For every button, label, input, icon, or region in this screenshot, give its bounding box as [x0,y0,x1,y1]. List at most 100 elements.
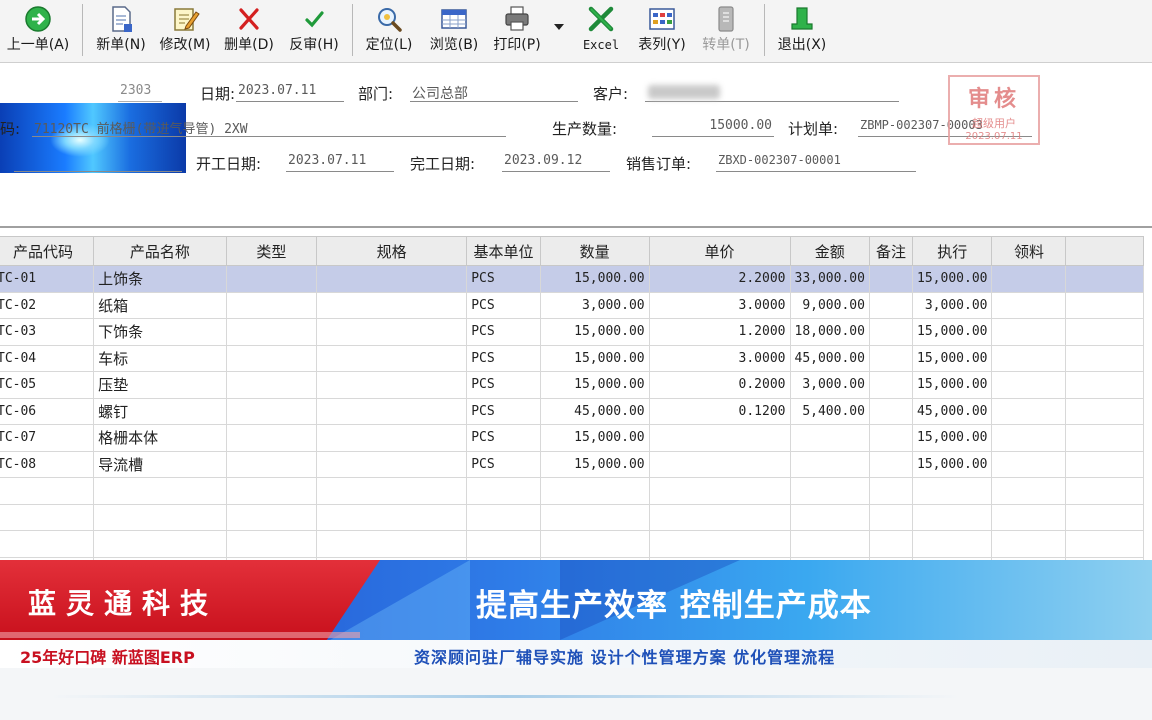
table-cell[interactable] [868,344,914,372]
table-cell[interactable] [1065,424,1144,452]
table-cell[interactable]: TC-04 [0,344,95,372]
table-cell[interactable]: TC-03 [0,318,95,346]
table-cell[interactable]: 2.2000 [648,265,791,293]
table-cell[interactable] [868,503,914,531]
print-dropdown-arrow[interactable] [554,24,564,30]
table-cell[interactable] [1065,344,1144,372]
table-cell[interactable] [1065,503,1144,531]
table-cell[interactable] [225,265,318,293]
table-cell[interactable]: PCS [466,397,541,425]
table-cell[interactable]: 格栅本体 [93,424,227,452]
excel-export-button[interactable]: Excel [574,2,628,58]
table-cell[interactable] [316,371,468,399]
table-cell[interactable] [0,530,95,558]
browse-button[interactable]: 浏览(B) [422,2,486,58]
table-row[interactable]: TC-01 上饰条 PCS 15,000.00 2.2000 33,000.00 15,00… [0,265,1144,293]
column-header[interactable]: 基本单位 [466,236,541,266]
table-cell[interactable] [912,530,993,558]
table-cell[interactable]: PCS [466,450,541,478]
exit-button[interactable]: 退出(X) [770,2,834,58]
table-cell[interactable] [316,530,468,558]
table-cell[interactable] [648,477,791,505]
table-row[interactable]: TC-06 螺钉 PCS 45,000.00 0.1200 5,400.00 45,000.… [0,397,1144,425]
columns-button[interactable]: 表列(Y) [630,2,694,58]
table-cell[interactable] [225,477,318,505]
table-cell[interactable] [912,503,993,531]
table-cell[interactable] [225,503,318,531]
table-cell[interactable]: 15,000.00 [539,371,650,399]
table-cell[interactable] [868,371,914,399]
table-cell[interactable] [316,344,468,372]
table-cell[interactable]: 15,000.00 [539,344,650,372]
table-cell[interactable] [991,477,1067,505]
table-cell[interactable]: TC-06 [0,397,95,425]
table-cell[interactable]: 3,000.00 [789,371,870,399]
table-cell[interactable]: PCS [466,371,541,399]
table-cell[interactable]: 5,400.00 [789,397,870,425]
table-cell[interactable] [991,530,1067,558]
table-cell[interactable]: 15,000.00 [912,450,993,478]
table-cell[interactable] [225,397,318,425]
production-qty-field[interactable]: 15000.00 [652,118,774,137]
table-cell[interactable]: 15,000.00 [912,318,993,346]
table-cell[interactable]: 15,000.00 [912,371,993,399]
locate-button[interactable]: 定位(L) [356,2,422,58]
column-header[interactable]: 单价 [648,236,791,266]
table-cell[interactable]: TC-08 [0,450,95,478]
table-cell[interactable]: 压垫 [93,371,227,399]
table-cell[interactable] [1065,397,1144,425]
table-cell[interactable] [225,530,318,558]
table-cell[interactable] [1065,318,1144,346]
table-cell[interactable]: 15,000.00 [539,265,650,293]
table-cell[interactable] [539,477,650,505]
table-cell[interactable]: 3,000.00 [912,291,993,319]
table-cell[interactable] [93,530,227,558]
table-cell[interactable] [1065,291,1144,319]
table-cell[interactable]: TC-01 [0,265,95,293]
table-cell[interactable] [991,265,1067,293]
table-cell[interactable]: PCS [466,344,541,372]
column-header[interactable]: 产品名称 [93,236,227,266]
unapprove-button[interactable]: 反审(H) [282,2,346,58]
table-row-empty[interactable] [0,477,1144,505]
table-cell[interactable] [466,530,541,558]
table-cell[interactable]: PCS [466,318,541,346]
table-cell[interactable] [1065,530,1144,558]
table-cell[interactable] [316,397,468,425]
table-cell[interactable] [225,424,318,452]
date-field[interactable]: 2023.07.11 [236,83,344,102]
table-cell[interactable] [991,450,1067,478]
sales-order-field[interactable]: ZBXD-002307-00001 [716,153,916,172]
table-cell[interactable]: TC-07 [0,424,95,452]
table-cell[interactable]: 导流槽 [93,450,227,478]
table-cell[interactable] [868,424,914,452]
table-cell[interactable]: 15,000.00 [912,424,993,452]
table-cell[interactable]: 18,000.00 [789,318,870,346]
table-cell[interactable] [991,371,1067,399]
table-cell[interactable] [316,265,468,293]
edit-button[interactable]: 修改(M) [154,2,216,58]
table-cell[interactable]: 0.2000 [648,371,791,399]
table-cell[interactable] [912,477,993,505]
table-cell[interactable]: 15,000.00 [912,265,993,293]
table-cell[interactable] [991,503,1067,531]
column-header[interactable]: 执行 [912,236,993,266]
table-cell[interactable] [225,371,318,399]
table-cell[interactable] [316,450,468,478]
table-cell[interactable] [868,291,914,319]
table-cell[interactable] [225,344,318,372]
table-cell[interactable] [648,503,791,531]
table-cell[interactable] [316,503,468,531]
column-header[interactable]: 产品代码 [0,236,95,266]
table-cell[interactable]: 1.2000 [648,318,791,346]
table-cell[interactable] [868,530,914,558]
column-header[interactable]: 金额 [789,236,870,266]
table-cell[interactable]: 3.0000 [648,291,791,319]
table-row-empty[interactable] [0,503,1144,531]
table-cell[interactable]: 下饰条 [93,318,227,346]
table-cell[interactable] [225,318,318,346]
table-cell[interactable] [648,424,791,452]
table-cell[interactable] [1065,450,1144,478]
delete-button[interactable]: 删单(D) [218,2,280,58]
table-cell[interactable]: 0.1200 [648,397,791,425]
